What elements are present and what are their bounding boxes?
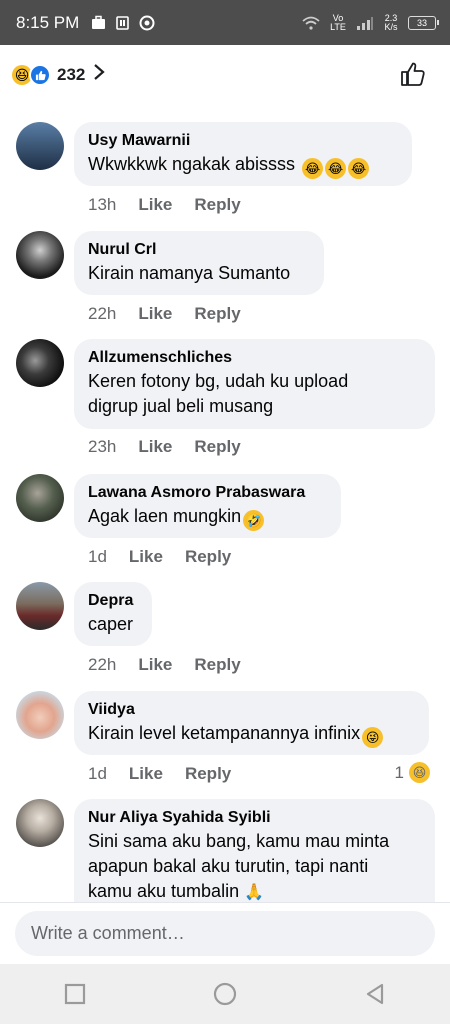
like-link[interactable]: Like: [138, 195, 172, 215]
comment-time: 13h: [88, 195, 117, 214]
comment-time: 23h: [88, 437, 117, 456]
like-link[interactable]: Like: [129, 764, 163, 784]
comment-actions: 13h Like Reply: [88, 195, 241, 215]
comment-bubble: Allzumenschliches Keren fotony bg, udah …: [74, 339, 435, 429]
reply-link[interactable]: Reply: [194, 655, 240, 675]
sim-icon: [116, 16, 130, 30]
avatar[interactable]: [16, 691, 64, 739]
comment-text-line: kamu aku tumbalin: [88, 881, 240, 901]
comment-actions: 22h Like Reply: [88, 655, 241, 675]
like-link[interactable]: Like: [138, 655, 172, 675]
rolling-laughing-emoji-icon: 🤣: [243, 510, 265, 531]
commenter-name[interactable]: Viidya: [88, 699, 415, 721]
battery-level: 33: [416, 17, 427, 28]
commenter-name[interactable]: Usy Mawarnii: [88, 130, 398, 152]
comment-text-line: apapun bakal aku turutin, tapi nanti: [88, 856, 369, 876]
commenter-name[interactable]: Allzumenschliches: [88, 347, 421, 369]
comment-text: Agak laen mungkin: [88, 506, 242, 526]
reply-link[interactable]: Reply: [185, 764, 231, 784]
status-time: 8:15 PM: [16, 12, 80, 32]
home-button[interactable]: [195, 964, 255, 1024]
tongue-emoji-icon: 😜: [362, 727, 384, 748]
comment-text: caper: [88, 614, 134, 634]
comment-text-line: Sini sama aku bang, kamu mau minta: [88, 831, 390, 851]
avatar[interactable]: [16, 122, 64, 170]
comment-composer-bar: Write a comment…: [0, 902, 450, 965]
comment-text-line: Keren fotony bg, udah ku upload: [88, 371, 349, 391]
reply-link[interactable]: Reply: [185, 547, 231, 567]
laughing-emoji-icon: 😂: [325, 158, 347, 179]
wifi-icon: [302, 16, 320, 30]
commenter-name[interactable]: Lawana Asmoro Prabaswara: [88, 482, 327, 504]
comment-input-placeholder: Write a comment…: [31, 923, 185, 943]
comment-actions: 1d Like Reply: [88, 547, 231, 567]
reply-link[interactable]: Reply: [194, 195, 240, 215]
comment-bubble: Nurul Crl Kirain namanya Sumanto: [74, 231, 324, 295]
chevron-right-icon: [93, 63, 106, 87]
avatar[interactable]: [16, 582, 64, 630]
like-link[interactable]: Like: [129, 547, 163, 567]
avatar[interactable]: [16, 231, 64, 279]
briefcase-icon: [92, 15, 106, 29]
android-nav-bar: [0, 964, 450, 1024]
comment-reaction-count: 1: [394, 762, 404, 782]
battery-icon: 33: [408, 15, 439, 30]
comment-text: Kirain level ketampanannya infinix: [88, 723, 361, 743]
reactions-summary[interactable]: 😆 232: [12, 63, 106, 87]
comment-bubble: Depra caper: [74, 582, 152, 646]
comment-text: Wkwkkwk ngakak abissss: [88, 154, 296, 174]
avatar[interactable]: [16, 474, 64, 522]
like-button[interactable]: [400, 61, 426, 92]
like-link[interactable]: Like: [138, 437, 172, 457]
praying-hands-icon: 🙏: [244, 884, 265, 901]
reaction-count: 232: [57, 65, 86, 84]
laughing-emoji-icon: 😆: [409, 762, 430, 783]
commenter-name[interactable]: Depra: [88, 590, 138, 612]
comment-bubble: Lawana Asmoro Prabaswara Agak laen mungk…: [74, 474, 341, 538]
triangle-back-icon: [366, 983, 384, 1005]
circle-icon: [213, 982, 237, 1006]
comment-bubble: Usy Mawarnii Wkwkkwk ngakak abissss 😂 😂 😂: [74, 122, 412, 186]
signal-icon: [357, 16, 373, 30]
record-icon: [139, 15, 155, 30]
comment-item: Nur Aliya Syahida Syibli Sini sama aku b…: [0, 797, 450, 902]
comment-input[interactable]: Write a comment…: [15, 911, 435, 956]
like-link[interactable]: Like: [138, 304, 172, 324]
like-reaction-icon: [29, 64, 51, 86]
back-button[interactable]: [345, 964, 405, 1024]
comment-actions: 23h Like Reply: [88, 437, 241, 457]
speed-label: 2.3 K/s: [384, 12, 398, 32]
comments-header: 😆 232: [0, 45, 450, 105]
comment-time: 22h: [88, 304, 117, 323]
thumb-up-outline-icon: [401, 62, 425, 86]
comment-time: 22h: [88, 655, 117, 674]
laughing-emoji-icon: 😂: [348, 158, 370, 179]
laughing-emoji-icon: 😂: [302, 158, 324, 179]
commenter-name[interactable]: Nurul Crl: [88, 239, 310, 261]
avatar[interactable]: [16, 799, 64, 847]
comment-text: Kirain namanya Sumanto: [88, 263, 291, 283]
commenter-name[interactable]: Nur Aliya Syahida Syibli: [88, 807, 421, 829]
reply-link[interactable]: Reply: [194, 304, 240, 324]
avatar[interactable]: [16, 339, 64, 387]
network-label: Vo LTE: [330, 12, 346, 32]
square-icon: [64, 983, 86, 1005]
comment-bubble: Nur Aliya Syahida Syibli Sini sama aku b…: [74, 799, 435, 902]
comment-bubble: Viidya Kirain level ketampanannya infini…: [74, 691, 429, 755]
comment-actions: 22h Like Reply: [88, 304, 241, 324]
comment-actions: 1d Like Reply: [88, 764, 231, 784]
recents-button[interactable]: [45, 964, 105, 1024]
comment-time: 1d: [88, 547, 107, 566]
comment-text-line: digrup jual beli musang: [88, 396, 274, 416]
comment-time: 1d: [88, 764, 107, 783]
comment-reactions[interactable]: 1 😆: [395, 762, 430, 783]
reply-link[interactable]: Reply: [194, 437, 240, 457]
status-bar: 8:15 PM Vo LTE 2.3 K/s 33: [0, 0, 450, 45]
